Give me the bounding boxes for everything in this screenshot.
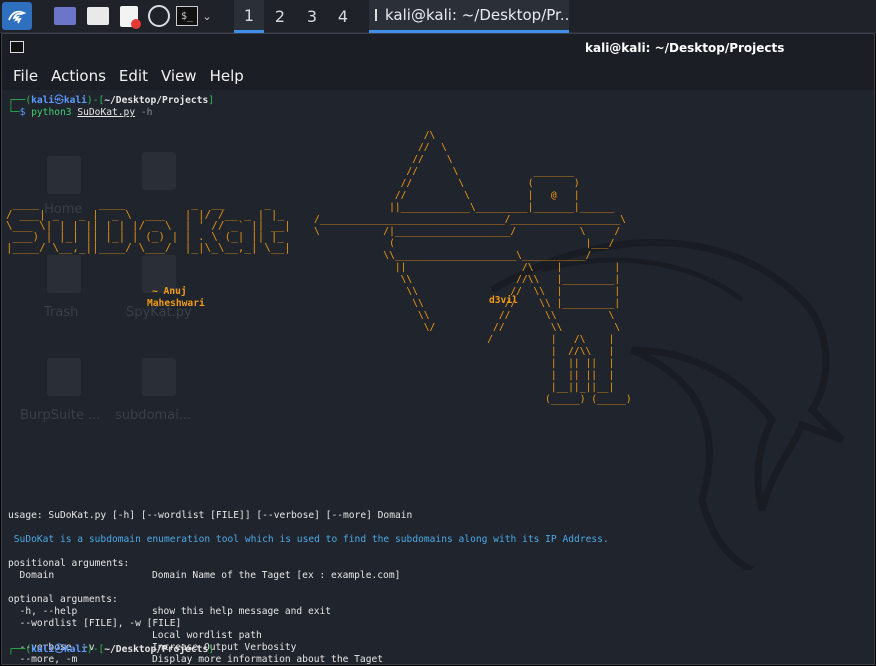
usage-line: usage: SuDoKat.py [-h] [--wordlist [FILE… (8, 510, 413, 521)
archer-ascii-art-icon: /\ // \ // \ // \ _______ // \ ( ) // \ … (314, 130, 632, 405)
author-line-1: ~ Anuj (152, 286, 187, 297)
taskbar-window-title: kali@kali: ~/Desktop/Pr... (385, 6, 569, 24)
optional-arg-help: show this help message and exit (152, 606, 332, 617)
terminal-launcher-icon[interactable]: $_ (176, 6, 198, 26)
author-line-2: Maheshwari (147, 298, 205, 309)
home-ghost-icon (47, 156, 81, 194)
optional-header: optional arguments: (8, 594, 118, 605)
workspace-4[interactable]: 4 (328, 0, 358, 33)
window-title: kali@kali: ~/Desktop/Projects (585, 41, 785, 55)
menu-actions[interactable]: Actions (51, 67, 106, 85)
kali-dragon-icon (8, 10, 27, 24)
kali-menu-button[interactable] (2, 2, 32, 30)
burpsuite-ghost-icon (47, 358, 81, 396)
menu-edit[interactable]: Edit (119, 67, 148, 85)
ghost-label: Trash (44, 305, 79, 320)
file-manager-icon[interactable] (87, 7, 109, 25)
menu-view[interactable]: View (161, 67, 197, 85)
chevron-down-icon[interactable]: ⌄ (201, 8, 213, 24)
web-browser-icon[interactable] (148, 5, 170, 27)
prompt-line: ┌──(kali㉿kali)-[~/Desktop/Projects] (8, 95, 214, 106)
ghost-label: BurpSuite ... (20, 408, 101, 423)
command-line: └─$ python3 SuDoKat.py -h (8, 107, 153, 118)
positional-arg-name: Domain (8, 570, 55, 581)
positional-header: positional arguments: (8, 558, 130, 569)
terminal-icon (375, 9, 377, 21)
terminal-window: kali@kali: ~/Desktop/Projects File Actio… (1, 33, 875, 665)
file-ghost-icon (142, 358, 176, 396)
terminal-icon (10, 41, 24, 53)
show-desktop-icon[interactable] (54, 7, 76, 25)
prompt-line: ┌──(kali㉿kali)-[~/Desktop/Projects] (8, 644, 214, 655)
menu-file[interactable]: File (13, 67, 38, 85)
description-line: SuDoKat is a subdomain enumeration tool … (8, 534, 609, 545)
text-editor-icon[interactable] (120, 6, 141, 29)
workspace-1[interactable]: 1 (234, 0, 264, 33)
window-titlebar[interactable]: kali@kali: ~/Desktop/Projects (2, 34, 874, 62)
taskbar: $_ ⌄ 1 2 3 4 kali@kali: ~/Desktop/Pr... (0, 0, 876, 33)
workspace-2[interactable]: 2 (265, 0, 295, 33)
sudokat-logo-icon: ____ ____ _ __ _ / ___| _ _ | _ \ ___ | … (6, 197, 291, 254)
workspace-3[interactable]: 3 (297, 0, 327, 33)
file-ghost-icon (142, 152, 176, 190)
positional-arg-help: Domain Name of the Taget [ex : example.c… (152, 570, 401, 581)
trash-ghost-icon (47, 255, 81, 293)
optional-arg-name: --wordlist [FILE], -w [FILE] (8, 618, 182, 629)
menu-help[interactable]: Help (210, 67, 244, 85)
menubar: File Actions Edit View Help (2, 62, 874, 90)
ghost-label: subdomai... (115, 408, 192, 423)
optional-arg-name: -h, --help (8, 606, 78, 617)
taskbar-window-terminal[interactable]: kali@kali: ~/Desktop/Pr... (369, 0, 569, 33)
d3vil-label: d3vil (489, 295, 518, 306)
terminal-output[interactable]: Home Trash SpyKat.py BurpSuite ... subdo… (2, 90, 874, 664)
optional-arg-help: Local wordlist path (152, 630, 262, 641)
